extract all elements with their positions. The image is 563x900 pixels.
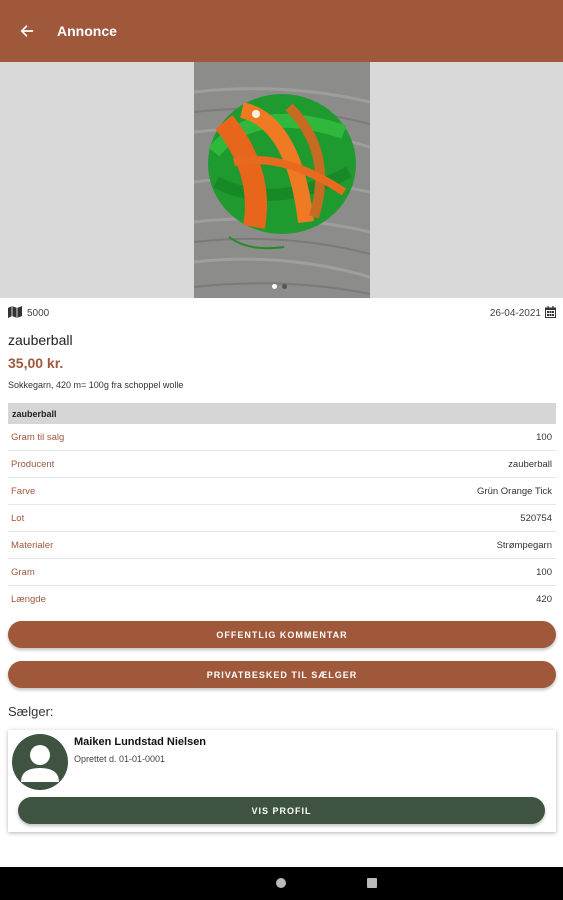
public-comment-button[interactable]: OFFENTLIG KOMMENTAR bbox=[8, 621, 556, 648]
calendar-icon bbox=[545, 306, 556, 321]
seller-name: Maiken Lundstad Nielsen bbox=[74, 736, 207, 748]
details-value: 100 bbox=[536, 431, 552, 443]
seller-card: Maiken Lundstad Nielsen Oprettet d. 01-0… bbox=[8, 730, 556, 832]
details-table-header: zauberball bbox=[8, 403, 556, 424]
carousel-dot[interactable] bbox=[272, 284, 277, 289]
details-label: Gram til salg bbox=[11, 431, 65, 443]
details-value: 100 bbox=[536, 566, 552, 578]
page-title: Annonce bbox=[57, 23, 117, 39]
view-profile-button[interactable]: VIS PROFIL bbox=[18, 797, 545, 824]
details-row: Farve Grün Orange Tick bbox=[8, 478, 556, 505]
details-row: Længde 420 bbox=[8, 586, 556, 612]
details-row: Producent zauberball bbox=[8, 451, 556, 478]
details-label: Lot bbox=[11, 512, 25, 524]
nav-recents-icon[interactable] bbox=[367, 878, 377, 888]
image-carousel[interactable] bbox=[0, 62, 563, 298]
details-value: Strømpegarn bbox=[496, 539, 552, 551]
back-arrow-icon[interactable] bbox=[17, 21, 37, 41]
private-message-button[interactable]: PRIVATBESKED TIL SÆLGER bbox=[8, 661, 556, 688]
details-label: Længde bbox=[11, 593, 46, 605]
listing-description: Sokkegarn, 420 m= 100g fra schoppel woll… bbox=[8, 380, 184, 390]
details-row: Materialer Strømpegarn bbox=[8, 532, 556, 559]
details-label: Materialer bbox=[11, 539, 54, 551]
carousel-dots bbox=[272, 284, 287, 289]
details-table: zauberball Gram til salg 100 Producent zau… bbox=[8, 403, 556, 612]
date-text: 26-04-2021 bbox=[489, 308, 541, 319]
nav-home-icon[interactable] bbox=[276, 878, 286, 888]
listing-price: 35,00 kr. bbox=[8, 355, 64, 371]
location-text: 5000 bbox=[27, 308, 50, 319]
seller-created-date: Oprettet d. 01-01-0001 bbox=[74, 754, 166, 764]
details-label: Farve bbox=[11, 485, 36, 497]
seller-label: Sælger: bbox=[8, 704, 54, 719]
avatar-person-icon bbox=[12, 734, 68, 790]
details-value: zauberball bbox=[508, 458, 552, 470]
system-nav-bar bbox=[0, 867, 563, 900]
listing-meta: 5000 26-04-2021 bbox=[8, 306, 556, 320]
carousel-dot[interactable] bbox=[282, 284, 287, 289]
details-value: 420 bbox=[536, 593, 552, 605]
details-value: 520754 bbox=[520, 512, 552, 524]
details-label: Producent bbox=[11, 458, 55, 470]
app-bar: Annonce bbox=[0, 0, 563, 62]
map-icon bbox=[8, 306, 22, 321]
details-row: Gram til salg 100 bbox=[8, 424, 556, 451]
details-label: Gram bbox=[11, 566, 35, 578]
details-row: Gram 100 bbox=[8, 559, 556, 586]
listing-title: zauberball bbox=[8, 332, 73, 348]
listing-photo bbox=[194, 62, 370, 298]
details-value: Grün Orange Tick bbox=[477, 485, 552, 497]
details-row: Lot 520754 bbox=[8, 505, 556, 532]
